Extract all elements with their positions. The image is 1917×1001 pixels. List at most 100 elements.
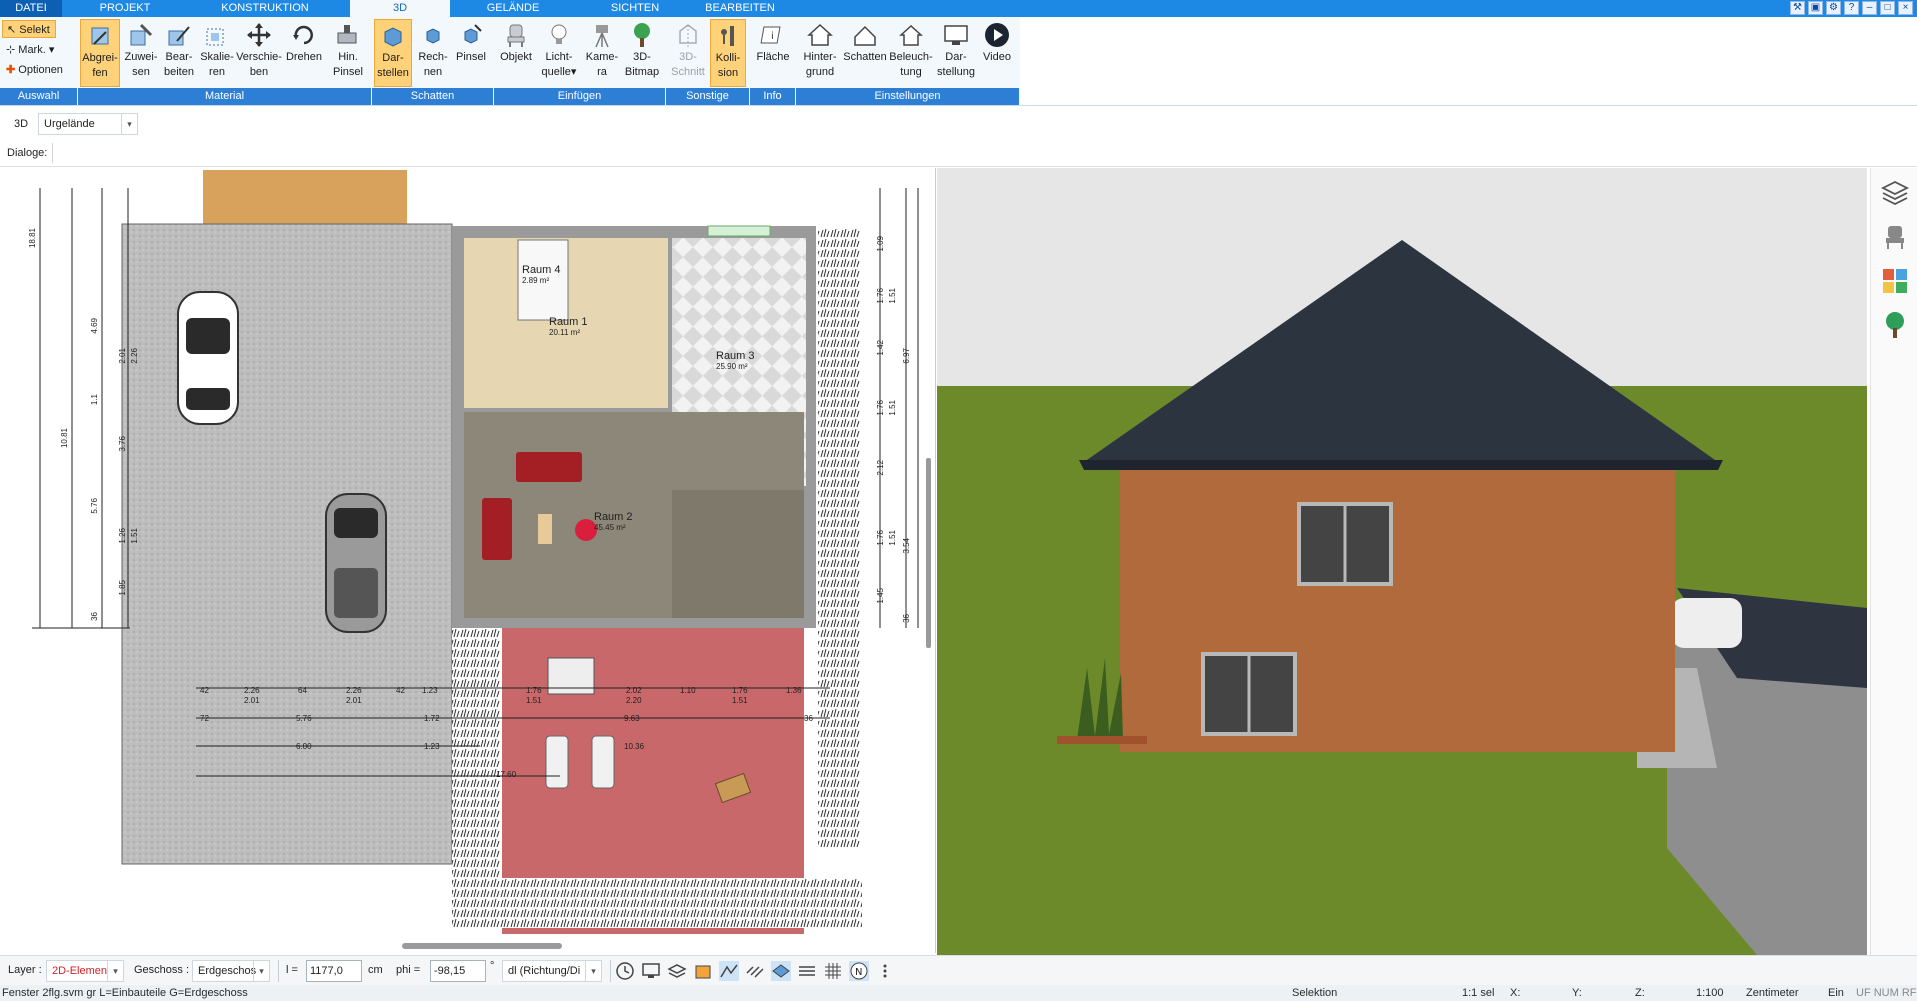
pinsel-label-1: Pinsel [456, 51, 486, 63]
snap-line-icon[interactable] [719, 961, 739, 981]
abgreifen-button[interactable]: Abgrei-fen [80, 19, 120, 87]
direction-select[interactable]: dl (Richtung/Di ▾ [502, 960, 602, 982]
3d-view[interactable] [937, 168, 1867, 955]
close-button[interactable]: × [1898, 1, 1913, 15]
dim-left-10: 1.51 [130, 528, 139, 544]
hintergrund-button[interactable]: Hinter-grund [798, 19, 842, 87]
tab-3d[interactable]: 3D [350, 0, 450, 18]
module-icon[interactable]: ▣ [1808, 1, 1823, 15]
optionen-button[interactable]: ✚ Optionen [2, 61, 76, 79]
maximize-button[interactable]: □ [1880, 1, 1895, 15]
materials-palette-icon[interactable] [1880, 266, 1910, 296]
horizontal-scrollbar[interactable] [402, 943, 562, 949]
layers-icon[interactable] [1880, 178, 1910, 208]
dim-bottom-1b-2: 2.01 [346, 696, 362, 705]
skalieren-label-1: Skalie- [200, 51, 234, 63]
tab-bearbeiten[interactable]: BEARBEITEN [690, 0, 790, 17]
driveway [121, 223, 453, 865]
monitor-icon[interactable] [641, 961, 661, 981]
pinsel-button[interactable]: Pinsel [452, 19, 490, 87]
dim-left-7: 3.76 [118, 436, 127, 452]
ribbon: ↖ Selekt ⊹ Mark. ▾ ✚ Optionen Abgrei-fen… [0, 17, 1020, 106]
clock-icon[interactable] [615, 961, 635, 981]
schatten-button[interactable]: Schatten [842, 19, 888, 87]
angle-input[interactable]: -98,15 [430, 960, 486, 982]
lichtquelle-button[interactable]: Licht-quelle▾ [538, 19, 580, 87]
group-auswahl: Auswahl [0, 88, 78, 105]
optionen-label: Optionen [18, 64, 63, 76]
plants-tree-icon[interactable] [1880, 310, 1910, 340]
schatten-label-1: Schatten [843, 51, 887, 63]
dim-left-9: 1.26 [118, 528, 127, 544]
dim-bottom-3-2: 1.23 [424, 742, 440, 751]
layer-select[interactable]: 2D-Elemen ▾ [46, 960, 124, 982]
tab-gelaende[interactable]: GELÄNDE [458, 0, 568, 17]
video-button[interactable]: Video [978, 19, 1016, 87]
zuweisen-label-1: Zuwei- [124, 51, 158, 63]
settings-icon[interactable]: ⚙ [1826, 1, 1841, 15]
tab-sichten[interactable]: SICHTEN [580, 0, 690, 17]
flaeche-button[interactable]: i Fläche [752, 19, 794, 87]
dim-bottom-1b-4: 2.20 [626, 696, 642, 705]
kamera-button[interactable]: Kame-ra [582, 19, 622, 87]
dim-right-6: 1.51 [888, 400, 897, 416]
hin-pinsel-button[interactable]: Hin. Pinsel [326, 19, 370, 87]
surface-icon[interactable] [771, 961, 791, 981]
layers-view-icon[interactable] [667, 961, 687, 981]
dim-bottom-1-5: 42 [396, 686, 405, 695]
darstellung-button[interactable]: Dar-stellung [934, 19, 978, 87]
group-einstellungen: Einstellungen [796, 88, 1020, 105]
object-icon[interactable] [693, 961, 713, 981]
stack-icon[interactable] [797, 961, 817, 981]
tab-projekt[interactable]: PROJEKT [70, 0, 180, 17]
help-icon[interactable]: ? [1844, 1, 1859, 15]
dim-left-1: 18.81 [28, 228, 37, 249]
tools-icon[interactable]: ⚒ [1790, 1, 1805, 15]
more-options-icon[interactable] [875, 961, 895, 981]
floor-plan-view[interactable]: Raum 4 2.89 m² Raum 1 20.11 m² Raum 3 25.90… [0, 168, 936, 953]
grid-icon[interactable] [823, 961, 843, 981]
verschieben-button[interactable]: Verschie-ben [236, 19, 282, 87]
display-monitor-icon [944, 25, 968, 45]
drehen-button[interactable]: Drehen [284, 19, 324, 87]
assign-material-icon [130, 23, 153, 46]
area-info-icon: i [760, 26, 781, 44]
floor-plan-canvas[interactable] [0, 168, 936, 953]
beleuchtung-button[interactable]: Beleuch-tung [888, 19, 934, 87]
3d-bitmap-button[interactable]: 3D- Bitmap [622, 19, 662, 87]
tab-konstruktion[interactable]: KONSTRUKTION [195, 0, 335, 17]
hatch-icon[interactable] [745, 961, 765, 981]
bench [547, 657, 595, 695]
rechnen-label-1: Rech- [418, 51, 448, 63]
minimize-button[interactable]: – [1862, 1, 1877, 15]
scale-icon [206, 28, 224, 46]
mark-label: Mark. [18, 44, 46, 56]
kollision-label-1: Kolli- [715, 52, 741, 64]
dim-bottom-1-2: 2.26 [244, 686, 260, 695]
3d-view-canvas[interactable] [937, 168, 1867, 955]
furniture-chair-icon[interactable] [1880, 222, 1910, 252]
hedge-bottom [452, 878, 862, 928]
kollision-label-2: sion [717, 67, 739, 79]
lighting-house-icon [899, 24, 923, 46]
objekt-label-1: Objekt [500, 51, 532, 63]
tab-datei[interactable]: DATEI [0, 0, 62, 17]
brush-icon [337, 25, 357, 44]
selekt-button[interactable]: ↖ Selekt [2, 20, 56, 38]
mark-button[interactable]: ⊹ Mark. ▾ [2, 41, 72, 59]
darstellen-button[interactable]: Dar-stellen [374, 19, 412, 87]
geschoss-select[interactable]: Erdgeschos ▾ [192, 960, 270, 982]
north-icon[interactable]: N [849, 961, 869, 981]
length-input[interactable]: 1177,0 [306, 960, 362, 982]
kollision-button[interactable]: Kolli-sion [710, 19, 746, 87]
zuweisen-button[interactable]: Zuwei-sen [122, 19, 160, 87]
terrain-select[interactable]: Urgelände ▾ [38, 113, 138, 135]
status-scale: 1:100 [1696, 987, 1724, 999]
objekt-button[interactable]: Objekt [496, 19, 536, 87]
rechnen-button[interactable]: Rech-nen [414, 19, 452, 87]
vertical-scrollbar[interactable] [926, 458, 931, 648]
3d-schnitt-button[interactable]: 3D- Schnitt [668, 19, 708, 87]
bearbeiten-button[interactable]: Bear-beiten [160, 19, 198, 87]
skalieren-button[interactable]: Skalie-ren [198, 19, 236, 87]
3d-schnitt-label-1: 3D- [679, 51, 697, 63]
